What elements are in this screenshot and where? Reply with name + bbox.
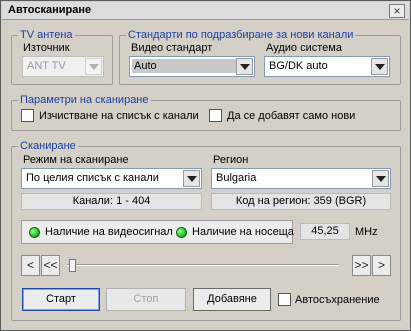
frequency-slider-thumb[interactable] [69, 259, 76, 272]
add-button[interactable]: Добавяне [193, 288, 271, 311]
channels-info-text: Канали: 1 - 404 [72, 195, 151, 207]
chevron-down-icon[interactable] [183, 170, 200, 187]
video-standard-value: Auto [132, 59, 242, 73]
video-standard-select[interactable]: Auto [129, 56, 255, 77]
stop-button[interactable]: Стоп [106, 288, 186, 311]
scanning-legend: Сканиране [18, 139, 78, 153]
autosave-checkbox[interactable] [278, 293, 291, 306]
audio-system-value: BG/DK auto [269, 60, 328, 72]
scan-mode-value: По целия списък с канали [26, 172, 159, 184]
window-title: Автосканиране [8, 4, 92, 16]
scan-mode-label: Режим на сканиране [23, 154, 129, 166]
scan-params-legend: Параметри на сканиране [18, 93, 151, 107]
frequency-display: 45,25 [300, 223, 350, 240]
tv-antenna-legend: TV антена [18, 28, 75, 42]
chevron-down-icon[interactable] [372, 170, 389, 187]
frequency-unit: MHz [355, 226, 378, 238]
source-label: Източник [23, 42, 70, 54]
signal-status-box: Наличие на видеосигнал Наличие на носеща [21, 220, 294, 244]
video-standard-label: Видео стандарт [131, 42, 213, 54]
video-signal-led-icon [29, 227, 40, 238]
scan-mode-select[interactable]: По целия списък с канали [21, 168, 202, 189]
chevron-down-icon[interactable] [236, 58, 253, 75]
default-standards-legend: Стандарти по подразбиране за нови канали [126, 28, 356, 42]
channels-info: Канали: 1 - 404 [21, 193, 202, 210]
audio-system-select[interactable]: BG/DK auto [264, 56, 390, 77]
carrier-label: Наличие на носеща [192, 226, 294, 238]
source-select[interactable]: ANT TV [22, 56, 104, 77]
close-icon[interactable]: × [389, 4, 405, 18]
region-select[interactable]: Bulgaria [211, 168, 391, 189]
autoscan-dialog: Автосканиране × TV антена Източник ANT T… [0, 0, 411, 331]
autosave-label[interactable]: Автосъхранение [295, 294, 380, 307]
last-channel-button[interactable]: > [372, 255, 391, 276]
frequency-value: 45,25 [311, 225, 339, 237]
region-code-info-text: Код на регион: 359 (BGR) [235, 195, 367, 207]
region-label: Регион [213, 154, 249, 166]
add-new-only-checkbox[interactable] [209, 109, 222, 122]
add-new-only-label[interactable]: Да се добавят само нови [227, 110, 355, 123]
clear-list-label[interactable]: Изчистване на списък с канали [39, 110, 199, 123]
chevron-down-icon[interactable] [371, 58, 388, 75]
chevron-down-icon[interactable] [85, 58, 102, 75]
prev-channel-button[interactable]: << [41, 255, 60, 276]
first-channel-button[interactable]: < [21, 255, 40, 276]
next-channel-button[interactable]: >> [352, 255, 371, 276]
region-code-info: Код на регион: 359 (BGR) [211, 193, 391, 210]
carrier-led-icon [176, 227, 187, 238]
audio-system-label: Аудио система [266, 42, 342, 54]
title-bar[interactable]: Автосканиране × [2, 2, 409, 20]
source-value: ANT TV [27, 60, 66, 72]
clear-list-checkbox[interactable] [21, 109, 34, 122]
video-signal-label: Наличие на видеосигнал [45, 226, 173, 238]
region-value: Bulgaria [216, 172, 257, 184]
frequency-slider-track[interactable] [67, 264, 339, 266]
start-button[interactable]: Старт [22, 288, 100, 311]
